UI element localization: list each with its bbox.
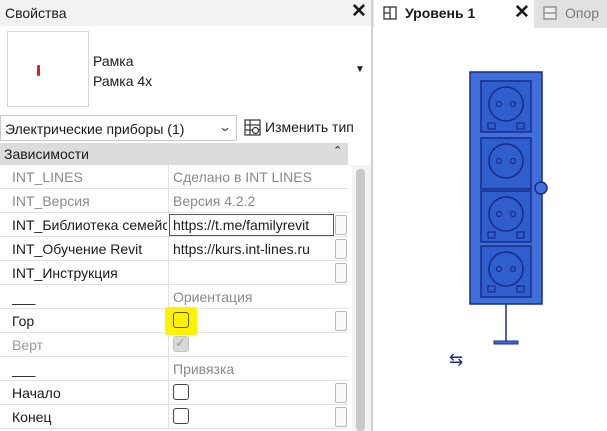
horizontal-checkbox[interactable] bbox=[173, 312, 189, 328]
scrollbar-thumb[interactable] bbox=[356, 169, 365, 431]
property-row[interactable]: Конец bbox=[0, 405, 348, 429]
end-checkbox[interactable] bbox=[173, 408, 189, 424]
tab-level-1[interactable]: Уровень 1 ✕ bbox=[374, 0, 534, 28]
property-name: INT_LINES bbox=[12, 169, 83, 185]
instance-filter-select[interactable]: Электрические приборы (1) ⌄ bbox=[0, 115, 237, 141]
checkmark-icon: ✓ bbox=[175, 335, 186, 350]
property-name: INT_Обучение Revit bbox=[12, 241, 143, 257]
property-row[interactable]: Начало bbox=[0, 381, 348, 405]
drawing-canvas[interactable]: ⇆ bbox=[373, 28, 607, 431]
property-name: Начало bbox=[12, 385, 61, 401]
flip-arrows-icon[interactable]: ⇆ bbox=[449, 350, 463, 370]
column-divider bbox=[168, 333, 169, 357]
browse-button[interactable] bbox=[335, 215, 347, 235]
column-divider bbox=[168, 357, 169, 381]
edit-type-icon bbox=[244, 119, 261, 136]
socket-frame-drawing bbox=[469, 71, 548, 345]
column-divider bbox=[168, 261, 169, 285]
column-divider bbox=[168, 405, 169, 429]
property-name: ___ bbox=[12, 361, 36, 377]
browse-button[interactable] bbox=[335, 311, 347, 331]
tab-label: Уровень 1 bbox=[405, 5, 476, 21]
property-row[interactable]: Гор bbox=[0, 307, 348, 335]
tab-reference[interactable]: Опор bbox=[534, 0, 607, 28]
property-name: ___ bbox=[12, 289, 36, 305]
edit-type-label: Изменить тип bbox=[265, 119, 354, 135]
properties-scrollbar[interactable] bbox=[352, 165, 371, 431]
property-name: INT_Библиотека семейств bbox=[12, 217, 167, 233]
column-divider bbox=[168, 237, 169, 261]
column-divider bbox=[168, 285, 169, 309]
type-dropdown-icon[interactable]: ▼ bbox=[355, 64, 365, 75]
socket-cell bbox=[480, 245, 532, 298]
property-row[interactable]: INT_Библиотека семейств https://t.me/fam… bbox=[0, 213, 348, 237]
type-name: Рамка 4x bbox=[93, 73, 153, 89]
property-name: INT_Версия bbox=[12, 193, 90, 209]
section-header-constraints[interactable]: Зависимости ⌃ bbox=[0, 143, 348, 165]
type-name-block: Рамка Рамка 4x bbox=[93, 51, 152, 91]
browse-button[interactable] bbox=[335, 263, 347, 283]
view-tab-bar: Уровень 1 ✕ Опор bbox=[373, 0, 607, 28]
property-value: Сделано в INT LINES bbox=[173, 169, 312, 185]
property-row: ___ Ориентация bbox=[0, 285, 348, 309]
browse-button[interactable] bbox=[335, 239, 347, 259]
grip-handle bbox=[534, 181, 548, 195]
view-icon bbox=[543, 6, 557, 20]
column-divider bbox=[168, 165, 169, 189]
property-value[interactable]: https://kurs.int-lines.ru bbox=[173, 241, 333, 257]
vertical-checkbox: ✓ bbox=[173, 335, 189, 352]
property-value: Привязка bbox=[173, 361, 235, 377]
property-name: INT_Инструкция bbox=[12, 265, 118, 281]
stem-base bbox=[493, 340, 519, 345]
property-row[interactable]: INT_Инструкция bbox=[0, 261, 348, 285]
socket-cell bbox=[480, 137, 532, 190]
column-divider bbox=[168, 381, 169, 405]
instance-filter-value: Электрические приборы (1) bbox=[5, 121, 185, 137]
type-family-name: Рамка bbox=[93, 53, 134, 69]
property-name: Верт bbox=[12, 337, 44, 353]
property-value: Ориентация bbox=[173, 289, 253, 305]
property-row[interactable]: INT_LINES Сделано в INT LINES bbox=[0, 165, 348, 189]
type-preview-image bbox=[7, 31, 89, 107]
property-row[interactable]: INT_Версия Версия 4.2.2 bbox=[0, 189, 348, 213]
properties-title: Свойства bbox=[5, 5, 67, 21]
socket-cell bbox=[480, 80, 532, 133]
preview-mark bbox=[37, 65, 40, 76]
start-checkbox[interactable] bbox=[173, 384, 189, 400]
type-selector[interactable]: Рамка Рамка 4x ▼ bbox=[3, 27, 371, 111]
property-name: Гор bbox=[12, 313, 35, 329]
chevron-down-icon: ⌄ bbox=[217, 120, 233, 134]
column-divider bbox=[168, 189, 169, 213]
socket-cells bbox=[480, 80, 532, 298]
tab-label: Опор bbox=[565, 5, 600, 21]
checkbox-highlight bbox=[165, 307, 197, 335]
close-properties-icon[interactable]: ✕ bbox=[351, 1, 367, 23]
property-value-field[interactable]: https://t.me/familyrevit bbox=[169, 214, 334, 236]
instance-filter-row: Электрические приборы (1) ⌄ Изменить тип bbox=[0, 114, 371, 142]
browse-button[interactable] bbox=[335, 383, 347, 403]
properties-panel: Свойства ✕ Рамка Рамка 4x ▼ Электрически… bbox=[0, 0, 371, 431]
socket-cell bbox=[480, 190, 532, 243]
property-row: ___ Привязка bbox=[0, 357, 348, 381]
property-name: Конец bbox=[12, 409, 52, 425]
collapse-icon[interactable]: ⌃ bbox=[333, 144, 342, 157]
close-tab-icon[interactable]: ✕ bbox=[514, 1, 530, 24]
floor-plan-icon bbox=[383, 6, 397, 20]
property-row[interactable]: INT_Обучение Revit https://kurs.int-line… bbox=[0, 237, 348, 261]
property-value: Версия 4.2.2 bbox=[173, 193, 256, 209]
properties-titlebar: Свойства ✕ bbox=[0, 0, 371, 26]
property-row: Верт ✓ bbox=[0, 333, 348, 357]
section-title: Зависимости bbox=[4, 146, 89, 162]
browse-button[interactable] bbox=[335, 407, 347, 427]
property-value: https://t.me/familyrevit bbox=[173, 217, 310, 233]
